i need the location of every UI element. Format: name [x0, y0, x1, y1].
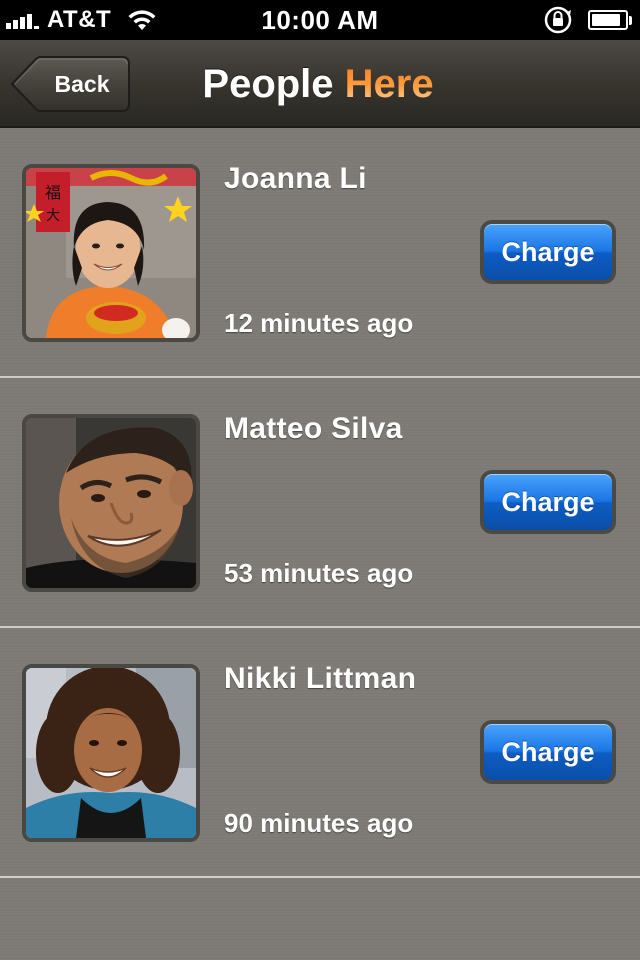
status-right [542, 0, 632, 40]
people-list: 福 大 Joanna Li Charge 12 minutes ago Matt… [0, 128, 640, 960]
list-item: Nikki Littman Charge 90 minutes ago [0, 628, 640, 878]
person-name: Matteo Silva [224, 412, 403, 445]
avatar-image [26, 668, 196, 838]
last-seen-time: 12 minutes ago [224, 308, 414, 338]
navigation-bar: People Here Back [0, 40, 640, 128]
avatar [22, 664, 200, 842]
person-name: Nikki Littman [224, 662, 417, 695]
battery-icon [588, 10, 628, 30]
person-name: Joanna Li [224, 162, 367, 195]
status-bar: AT&T 10:00 AM [0, 0, 640, 40]
avatar: 福 大 [22, 164, 200, 342]
charge-button[interactable]: Charge [480, 220, 616, 284]
list-item: 福 大 Joanna Li Charge 12 minutes ago [0, 128, 640, 378]
rotation-lock-icon [544, 6, 572, 34]
last-seen-time: 90 minutes ago [224, 808, 414, 838]
back-button-label: Back [54, 71, 110, 97]
last-seen-time: 53 minutes ago [224, 558, 414, 588]
page-title-accent: Here [344, 62, 434, 106]
avatar-image [26, 418, 196, 588]
charge-button[interactable]: Charge [480, 720, 616, 784]
back-button[interactable]: Back [10, 56, 130, 112]
svg-text:大: 大 [46, 208, 60, 224]
battery-level-fill [592, 14, 621, 26]
row-divider [0, 876, 640, 878]
page-title-main: People [202, 62, 345, 106]
list-item: Matteo Silva Charge 53 minutes ago [0, 378, 640, 628]
battery-tip [629, 15, 632, 25]
avatar [22, 414, 200, 592]
avatar-image: 福 大 [26, 168, 196, 338]
charge-button[interactable]: Charge [480, 470, 616, 534]
svg-text:福: 福 [45, 183, 61, 202]
